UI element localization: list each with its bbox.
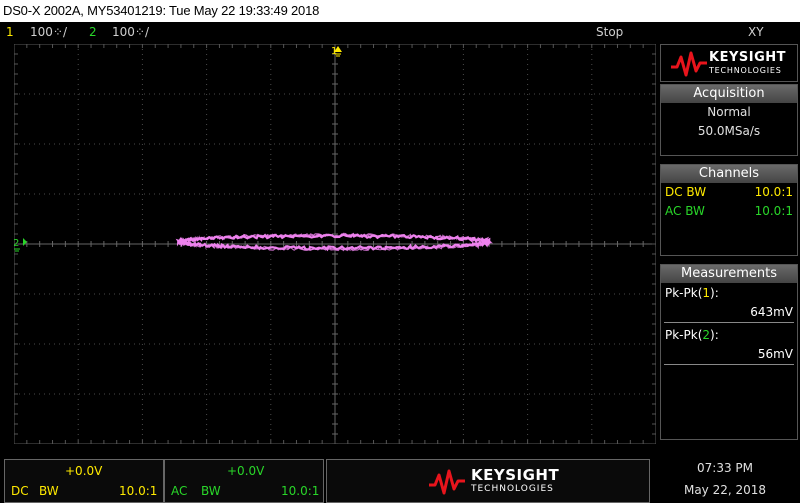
ch1-bottom-bw: BW	[39, 484, 59, 498]
keysight-wave-icon	[671, 51, 707, 77]
ch1-bottom-coupling: DC	[11, 484, 29, 498]
measurement-2-value-row: 56mV	[664, 345, 794, 365]
ch2-bottom-coupling: AC	[171, 484, 188, 498]
svg-text:2: 2	[14, 238, 19, 249]
run-state[interactable]: Stop	[596, 22, 623, 42]
ch2-coupling: AC BW	[665, 204, 705, 218]
bottom-logo-box: KEYSIGHT TECHNOLOGIES	[326, 459, 650, 503]
measurement-2-value: 56mV	[757, 347, 793, 361]
measurement-1-value-row: 643mV	[664, 303, 794, 323]
measurement-1-value: 643mV	[750, 305, 793, 319]
keysight-wave-icon-bottom	[429, 469, 465, 495]
clock-time: 07:33 PM	[697, 461, 753, 475]
clock-date: May 22, 2018	[683, 483, 767, 497]
brand-sub-bottom: TECHNOLOGIES	[471, 484, 554, 494]
ch2-offset: +0.0V	[227, 464, 265, 478]
measurements-panel[interactable]: Measurements Pk-Pk(1): 643mV Pk-Pk(2): 5…	[660, 264, 798, 440]
channels-panel[interactable]: Channels DC BW 10.0:1 AC BW 10.0:1	[660, 164, 798, 256]
acquisition-panel[interactable]: Acquisition Normal 50.0MSa/s	[660, 84, 798, 156]
sample-rate: 50.0MSa/s	[697, 124, 761, 138]
measurement-1-label: Pk-Pk(1):	[665, 286, 719, 300]
timebase-mode[interactable]: XY	[748, 22, 764, 42]
status-row: 1 100⁘/ 2 100⁘/ Stop XY	[0, 22, 800, 42]
ch2-probe: 10.0:1	[754, 204, 793, 218]
ch1-number[interactable]: 1	[6, 22, 14, 42]
window-title: DS0-X 2002A, MY53401219: Tue May 22 19:3…	[3, 3, 320, 18]
ch2-bottom-probe: 10.0:1	[281, 484, 320, 498]
ch1-info-row: DC BW 10.0:1	[661, 183, 797, 202]
ch2-number[interactable]: 2	[89, 22, 97, 42]
ch1-softkey[interactable]: +0.0V DC BW 10.0:1	[4, 459, 164, 503]
ch2-info-row: AC BW 10.0:1	[661, 202, 797, 221]
acquisition-header: Acquisition	[661, 85, 797, 103]
measurements-header: Measurements	[661, 265, 797, 283]
measurement-2-label: Pk-Pk(2):	[665, 328, 719, 342]
ch2-softkey[interactable]: +0.0V AC BW 10.0:1	[164, 459, 324, 503]
clock: 07:33 PM May 22, 2018	[652, 459, 798, 503]
brand-logo-panel: KEYSIGHT TECHNOLOGIES	[660, 44, 798, 82]
waveform-display[interactable]: 1 2	[14, 44, 656, 444]
ch1-coupling: DC BW	[665, 185, 707, 199]
ch1-scale[interactable]: 100⁘/	[30, 22, 67, 42]
ch2-bottom-bw: BW	[201, 484, 221, 498]
brand-name: KEYSIGHT	[709, 50, 786, 65]
ch2-scale[interactable]: 100⁘/	[112, 22, 149, 42]
ch1-offset: +0.0V	[65, 464, 103, 478]
bottom-bar: +0.0V DC BW 10.0:1 +0.0V AC BW 10.0:1 KE…	[0, 459, 800, 503]
window-title-bar: DS0-X 2002A, MY53401219: Tue May 22 19:3…	[0, 0, 800, 22]
ch1-probe: 10.0:1	[754, 185, 793, 199]
acquisition-mode: Normal	[707, 105, 751, 119]
channels-header: Channels	[661, 165, 797, 183]
ch1-bottom-probe: 10.0:1	[119, 484, 158, 498]
brand-name-bottom: KEYSIGHT	[471, 466, 560, 484]
brand-sub: TECHNOLOGIES	[709, 66, 782, 75]
